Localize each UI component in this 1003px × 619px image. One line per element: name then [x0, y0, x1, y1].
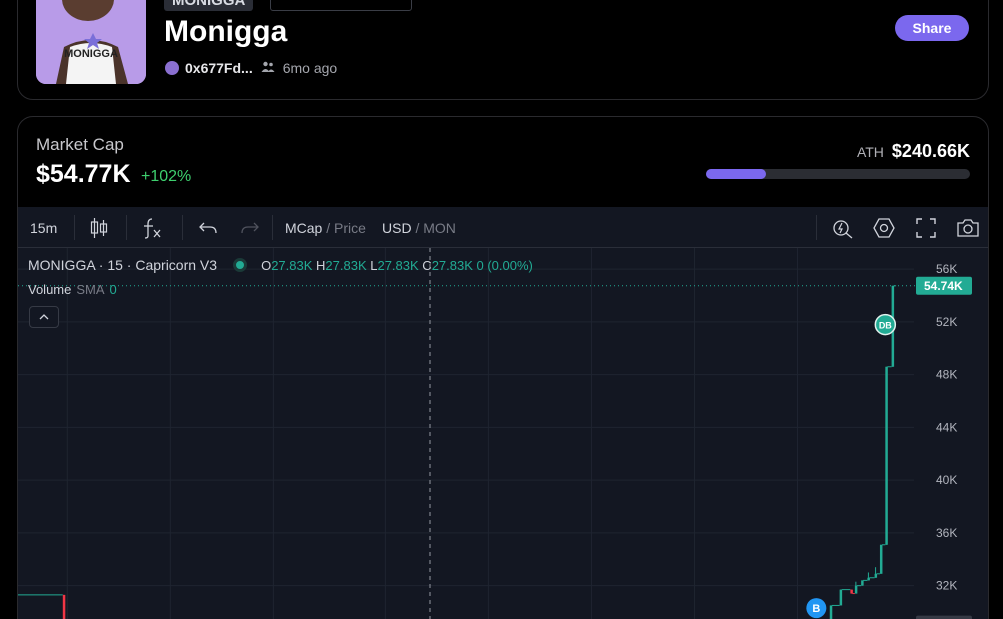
- toolbar-divider: [182, 215, 183, 240]
- chevron-up-icon: [39, 314, 49, 320]
- chart-panel: 15m MCap / Price USD / MON 56K 52K 48K 4…: [18, 207, 988, 619]
- ath-block: ATH $240.66K: [857, 141, 970, 162]
- price-option[interactable]: Price: [334, 220, 366, 236]
- share-button[interactable]: Share: [895, 15, 969, 41]
- chart-toolbar: 15m MCap / Price USD / MON: [18, 207, 988, 248]
- token-avatar[interactable]: MONIGGA: [36, 0, 146, 84]
- candle: [874, 573, 878, 578]
- chart-legend: MONIGGA · 15 · Capricorn V3 O27.83K H27.…: [28, 257, 533, 273]
- ohlc-open-label: O: [261, 257, 272, 273]
- token-name: Monigga: [164, 15, 288, 48]
- candle: [850, 589, 853, 594]
- contract-chip[interactable]: [270, 0, 412, 11]
- interval-button[interactable]: 15m: [30, 207, 57, 248]
- price-plot[interactable]: 56K52K48K44K40K36K32K28K54.74K28.97KDBB …: [18, 248, 988, 619]
- price-chart: 56K52K48K44K40K36K32K28K54.74K28.97KDBB: [18, 248, 972, 619]
- candle: [62, 594, 66, 619]
- ath-label: ATH: [856, 144, 884, 160]
- volume-label[interactable]: Volume: [28, 282, 71, 297]
- fullscreen-icon[interactable]: [916, 207, 936, 248]
- toolbar-divider: [816, 215, 817, 240]
- y-axis-tick-label: 44K: [936, 420, 957, 434]
- toggle-slash: /: [411, 219, 424, 236]
- avatar-shirt-text: MONIGGA: [64, 48, 118, 60]
- sma-label: SMA: [76, 282, 105, 297]
- collapse-legend-button[interactable]: [29, 306, 59, 328]
- candle: [839, 589, 843, 606]
- symbol-label[interactable]: MONIGGA · 15 · Capricorn V3: [28, 257, 217, 273]
- y-axis-tick-label: 52K: [936, 315, 957, 329]
- currency-toggle[interactable]: USD / MON: [382, 207, 456, 248]
- y-axis-tick-label: 32K: [936, 579, 957, 593]
- candles-icon[interactable]: [90, 207, 108, 248]
- toolbar-divider: [272, 215, 273, 240]
- creator-avatar-icon: [165, 61, 179, 75]
- token-header-card: MONIGGA MONIGGA Monigga 0x677Fd... 6mo a…: [17, 0, 989, 100]
- market-card: Market Cap $54.77K +102% ATH $240.66K 15…: [17, 116, 989, 619]
- candle: [885, 366, 888, 545]
- ohlc-close-label: C: [422, 257, 432, 273]
- toggle-slash: /: [322, 219, 335, 236]
- ticker-chip: MONIGGA: [164, 0, 254, 11]
- trade-marker-label: B: [812, 603, 820, 615]
- ohlc-high-label: H: [316, 257, 326, 273]
- last-price-label: 54.74K: [924, 279, 963, 293]
- ohlc-high: 27.83K: [325, 257, 367, 273]
- market-status-icon: [233, 258, 248, 272]
- candle: [854, 585, 858, 594]
- market-cap-label: Market Cap: [36, 135, 124, 154]
- candle: [861, 580, 864, 586]
- mon-option[interactable]: MON: [423, 220, 456, 236]
- redo-icon[interactable]: [241, 207, 259, 248]
- y-axis-tick-label: 36K: [936, 526, 957, 540]
- undo-icon[interactable]: [199, 207, 217, 248]
- indicators-icon[interactable]: [142, 207, 162, 248]
- token-age: 6mo ago: [282, 60, 338, 76]
- toolbar-divider: [74, 215, 75, 240]
- y-axis-tick-label: 56K: [936, 262, 957, 276]
- y-axis-tick-label: 40K: [936, 473, 957, 487]
- ath-progress-fill: [706, 169, 766, 179]
- camera-icon[interactable]: [956, 207, 980, 248]
- toolbar-divider: [126, 215, 127, 240]
- market-cap-value: $54.77K: [36, 160, 131, 188]
- ohlc-open: 27.83K: [271, 257, 313, 273]
- volume-legend: Volume SMA 0: [28, 282, 117, 297]
- ath-progress-bar: [706, 169, 970, 179]
- creator-address[interactable]: 0x677Fd...: [185, 60, 253, 76]
- market-cap-change: +102%: [141, 168, 192, 185]
- ath-value: $240.66K: [891, 141, 970, 161]
- usd-option[interactable]: USD: [382, 220, 412, 236]
- mcap-price-toggle[interactable]: MCap / Price: [285, 207, 366, 248]
- candle: [829, 605, 833, 619]
- token-meta: 0x677Fd... 6mo ago: [165, 60, 337, 76]
- settings-icon[interactable]: [873, 207, 895, 248]
- users-icon: [261, 61, 275, 76]
- mcap-option[interactable]: MCap: [285, 220, 322, 236]
- ohlc-values: O27.83K H27.83K L27.83K C27.83K 0 (0.00%…: [261, 258, 533, 273]
- candle: [879, 544, 883, 574]
- trade-marker-label: DB: [879, 321, 892, 331]
- sma-value: 0: [109, 282, 117, 297]
- ohlc-low: 27.83K: [377, 257, 419, 273]
- ohlc-close: 27.83K: [431, 257, 473, 273]
- token-avatar-art: MONIGGA: [36, 0, 146, 84]
- y-axis-tick-label: 48K: [936, 368, 957, 382]
- alert-icon[interactable]: [832, 207, 854, 248]
- ohlc-change: 0 (0.00%): [476, 257, 533, 273]
